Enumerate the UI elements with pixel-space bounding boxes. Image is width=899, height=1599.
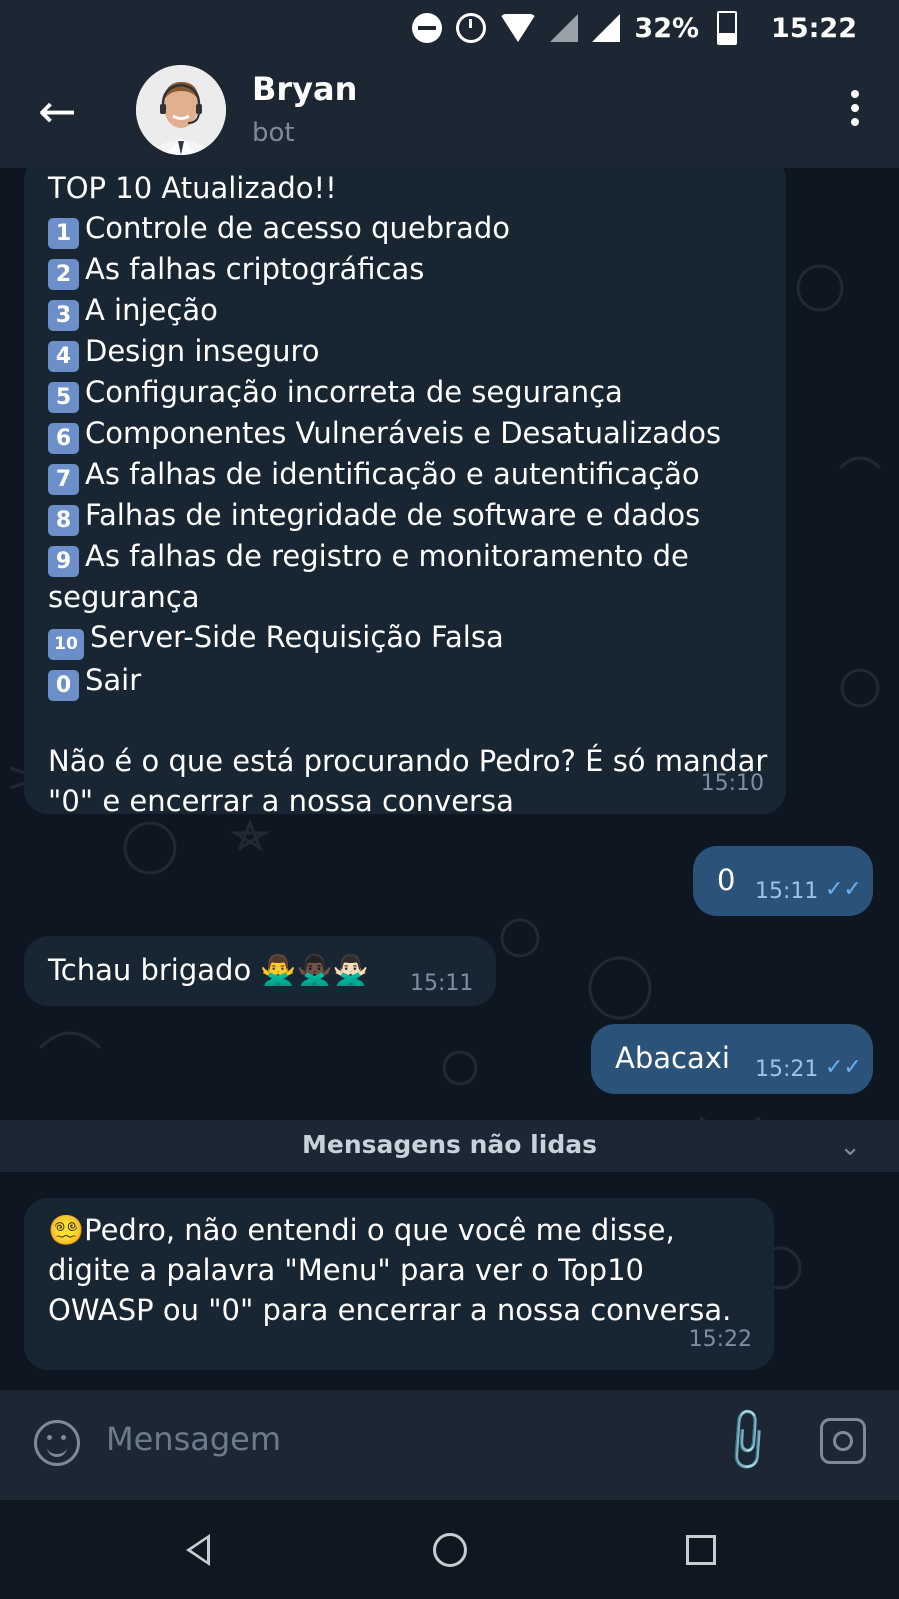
incoming-message[interactable]: TOP 10 Atualizado!! 1 Controle de acesso …: [24, 168, 786, 818]
read-checks-icon: ✓✓: [825, 877, 862, 902]
message-time: 15:21: [755, 1057, 819, 1082]
menu-item: 9 As falhas de registro e monitoramento d…: [48, 539, 689, 614]
chevron-down-icon[interactable]: ⌄: [839, 1132, 861, 1162]
message-time: 15:10: [700, 771, 764, 796]
system-nav-bar: [0, 1500, 899, 1599]
message-text: 😵‍💫Pedro, não entendi o que você me diss…: [48, 1213, 732, 1327]
keycap-number-icon: 3: [48, 300, 79, 331]
message-heading: TOP 10 Atualizado!!: [48, 171, 337, 205]
back-arrow-icon[interactable]: ←: [38, 86, 88, 136]
keycap-number-icon: 0: [48, 670, 79, 701]
keycap-number-icon: 2: [48, 259, 79, 290]
message-composer: Mensagem 📎: [0, 1390, 899, 1500]
more-options-icon[interactable]: [849, 90, 861, 130]
menu-item: 0 Sair: [48, 660, 770, 701]
read-checks-icon: ✓✓: [825, 1055, 862, 1080]
battery-percent: 32%: [634, 12, 700, 44]
clock: 15:22: [771, 12, 857, 44]
keycap-number-icon: 4: [48, 341, 79, 372]
menu-item: 2 As falhas criptográficas: [48, 249, 770, 290]
message-input[interactable]: Mensagem: [106, 1420, 281, 1458]
nav-back-icon[interactable]: [186, 1534, 210, 1566]
unread-messages-divider: Mensagens não lidas ⌄: [0, 1120, 899, 1172]
menu-item: 4 Design inseguro: [48, 331, 770, 372]
keycap-number-icon: 10: [48, 629, 84, 660]
message-text: 0: [717, 863, 736, 897]
incoming-message[interactable]: 😵‍💫Pedro, não entendi o que você me diss…: [24, 1198, 774, 1370]
menu-item: 8 Falhas de integridade de software e dad…: [48, 495, 770, 536]
alarm-icon: [456, 13, 487, 43]
battery-icon: [717, 11, 738, 45]
message-time: 15:22: [688, 1327, 752, 1352]
nav-home-icon[interactable]: [433, 1533, 467, 1567]
do-not-disturb-icon: [412, 13, 443, 43]
chat-subtitle: bot: [252, 118, 295, 148]
menu-item: 5 Configuração incorreta de segurança: [48, 372, 770, 413]
camera-icon[interactable]: [820, 1418, 866, 1464]
signal-icon: [550, 14, 579, 42]
avatar[interactable]: [136, 65, 226, 155]
keycap-number-icon: 1: [48, 218, 79, 249]
attachment-icon[interactable]: 📎: [710, 1402, 786, 1478]
menu-item: 3A injeção: [48, 290, 770, 331]
nav-recents-icon[interactable]: [686, 1535, 716, 1565]
wifi-icon: [500, 14, 537, 42]
message-text: Tchau brigado 🙅‍♂️🙅🏿‍♂️🙅🏻‍♂️: [48, 953, 369, 987]
emoji-icon[interactable]: [34, 1420, 80, 1466]
message-text: Abacaxi: [615, 1041, 730, 1075]
keycap-number-icon: 6: [48, 423, 79, 454]
keycap-number-icon: 8: [48, 505, 79, 536]
unread-label: Mensagens não lidas: [302, 1130, 597, 1159]
chat-header: ← Bryan bot: [0, 56, 899, 168]
message-footer: Não é o que está procurando Pedro? É só …: [48, 744, 768, 818]
keycap-number-icon: 9: [48, 546, 79, 577]
chat-area[interactable]: TOP 10 Atualizado!! 1 Controle de acesso …: [0, 168, 899, 1390]
menu-item: 7 As falhas de identificação e autentific…: [48, 454, 770, 495]
menu-item: 10 Server-Side Requisição Falsa: [48, 617, 770, 660]
chat-title[interactable]: Bryan: [252, 70, 357, 108]
menu-item: 6 Componentes Vulneráveis e Desatualizado…: [48, 413, 770, 454]
message-time: 15:11: [755, 879, 819, 904]
outgoing-message[interactable]: 0 15:11 ✓✓: [693, 846, 873, 916]
keycap-number-icon: 7: [48, 464, 79, 495]
outgoing-message[interactable]: Abacaxi 15:21 ✓✓: [591, 1024, 873, 1094]
keycap-number-icon: 5: [48, 382, 79, 413]
menu-item: 1 Controle de acesso quebrado: [48, 208, 770, 249]
status-bar: 32% 15:22: [0, 0, 899, 56]
incoming-message[interactable]: Tchau brigado 🙅‍♂️🙅🏿‍♂️🙅🏻‍♂️ 15:11: [24, 936, 496, 1006]
message-time: 15:11: [410, 971, 474, 996]
signal-icon-2: [592, 14, 621, 42]
